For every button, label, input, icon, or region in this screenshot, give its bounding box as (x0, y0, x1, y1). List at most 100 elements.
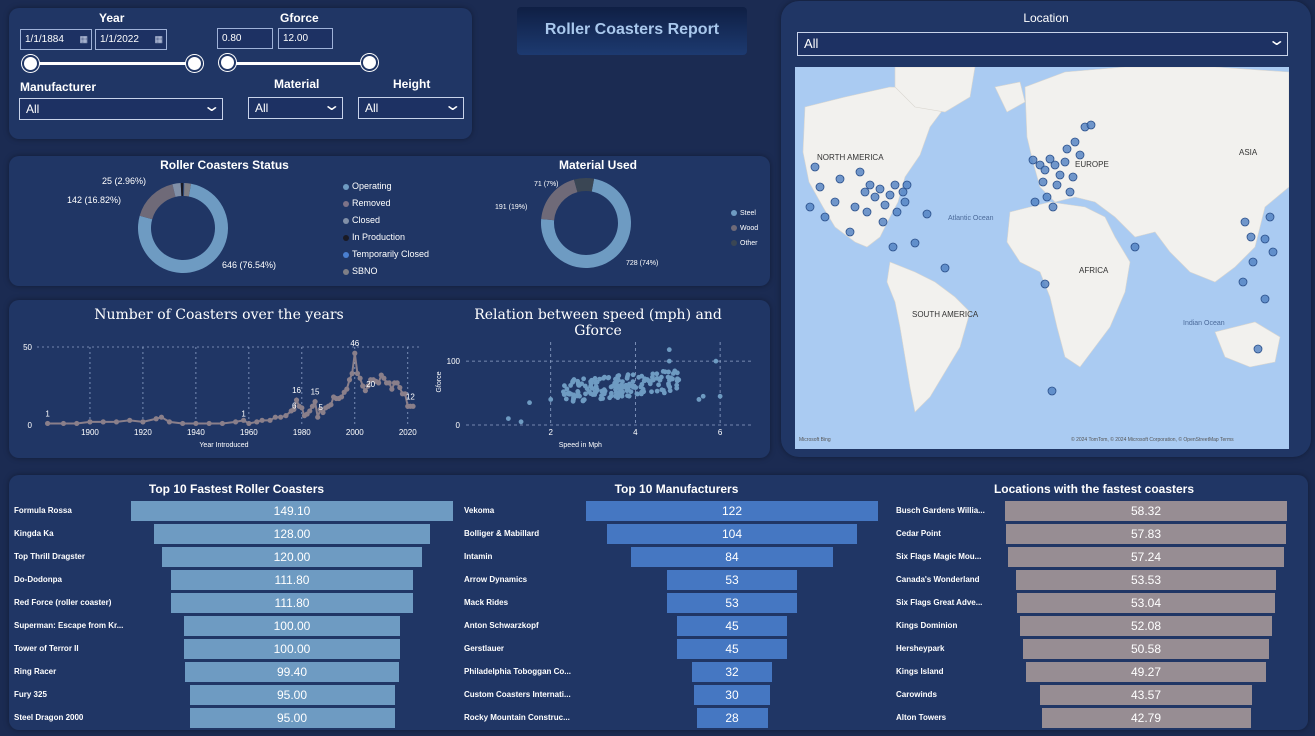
data-point[interactable] (254, 419, 260, 425)
bar[interactable]: 149.10 (131, 501, 453, 521)
scatter-point[interactable] (666, 369, 671, 375)
year-slider-min-handle[interactable] (22, 55, 39, 72)
data-point[interactable] (193, 420, 199, 427)
scatter-point[interactable] (609, 390, 614, 396)
data-point[interactable] (352, 350, 358, 356)
scatter-point[interactable] (657, 377, 663, 383)
scatter-point[interactable] (592, 376, 598, 381)
data-point[interactable] (386, 380, 392, 386)
gforce-slider-track[interactable] (228, 62, 370, 65)
material-dropdown[interactable]: All ⌄ (248, 97, 343, 119)
bar[interactable]: 95.00 (189, 708, 395, 728)
data-point[interactable] (233, 419, 239, 425)
bar[interactable]: 128.00 (153, 524, 431, 544)
gforce-max-input[interactable]: 12.00 (278, 28, 333, 49)
data-point[interactable] (315, 414, 321, 420)
data-point[interactable] (127, 417, 133, 423)
data-point[interactable] (267, 417, 273, 423)
data-point[interactable] (357, 375, 363, 381)
scatter-point[interactable] (628, 389, 634, 395)
scatter-point[interactable] (527, 400, 532, 406)
material-legend-item[interactable]: Other (731, 236, 758, 251)
scatter-point[interactable] (633, 385, 639, 390)
scatter-point[interactable] (654, 388, 660, 394)
bar[interactable]: 111.80 (171, 570, 413, 590)
bar[interactable]: 104 (607, 524, 857, 544)
scatter-point[interactable] (700, 393, 706, 399)
scatter-point[interactable] (713, 358, 719, 364)
scatter-point[interactable] (670, 376, 675, 382)
data-point[interactable] (240, 417, 247, 423)
bar[interactable]: 53 (667, 593, 797, 613)
scatter-point[interactable] (630, 379, 636, 384)
material-legend-item[interactable]: Wood (731, 221, 758, 236)
data-point[interactable] (362, 388, 368, 394)
bar[interactable]: 53.04 (1017, 593, 1275, 613)
scatter-point[interactable] (568, 383, 573, 388)
scatter-point[interactable] (674, 370, 680, 376)
scatter-point[interactable] (593, 380, 598, 386)
data-point[interactable] (381, 375, 387, 381)
data-point[interactable] (158, 414, 165, 420)
scatter-point[interactable] (589, 385, 595, 391)
bar[interactable]: 100.00 (184, 616, 400, 636)
scatter-point[interactable] (615, 395, 621, 401)
bar[interactable]: 95.00 (189, 685, 395, 705)
scatter-point[interactable] (594, 387, 600, 393)
bar[interactable]: 111.80 (171, 593, 413, 613)
data-point[interactable] (153, 416, 159, 422)
scatter-point[interactable] (576, 382, 582, 388)
bar[interactable]: 53.53 (1016, 570, 1276, 590)
bar[interactable]: 45 (676, 616, 788, 636)
material-legend-item[interactable]: Steel (731, 206, 758, 221)
bar[interactable]: 100.00 (184, 639, 400, 659)
gforce-min-input[interactable]: 0.80 (217, 28, 273, 49)
year-from-input[interactable]: 1/1/1884 ▦ (20, 29, 92, 50)
scatter-point[interactable] (505, 416, 511, 422)
scatter-point[interactable] (647, 381, 653, 387)
data-point[interactable] (60, 420, 67, 427)
status-legend-item[interactable]: Operating (343, 178, 429, 195)
scatter-point[interactable] (649, 389, 654, 395)
scatter-point[interactable] (675, 376, 680, 382)
world-map[interactable]: NORTH AMERICA EUROPE ASIA AFRICA SOUTH A… (795, 67, 1289, 449)
data-point[interactable] (219, 420, 225, 427)
scatter-point[interactable] (602, 374, 607, 380)
status-donut[interactable] (133, 178, 233, 278)
data-point[interactable] (74, 420, 80, 427)
data-point[interactable] (394, 380, 400, 386)
scatter-point[interactable] (660, 368, 666, 374)
bar[interactable]: 120.00 (162, 547, 422, 567)
scatter-point[interactable] (582, 383, 588, 389)
scatter-point[interactable] (580, 398, 586, 404)
manufacturer-dropdown[interactable]: All ⌄ (19, 98, 223, 120)
data-point[interactable] (206, 420, 212, 427)
data-point[interactable] (389, 386, 395, 392)
calendar-icon[interactable]: ▦ (79, 34, 88, 45)
data-point[interactable] (180, 420, 186, 427)
scatter-point[interactable] (613, 387, 618, 392)
data-point[interactable] (166, 419, 173, 425)
scatter-point[interactable] (567, 391, 572, 397)
bar[interactable]: 43.57 (1039, 685, 1253, 705)
scatter-point[interactable] (661, 390, 667, 396)
scatter-point[interactable] (625, 393, 630, 399)
bar[interactable]: 53 (667, 570, 797, 590)
gforce-slider-max-handle[interactable] (361, 54, 378, 71)
bar[interactable]: 50.58 (1023, 639, 1269, 659)
scatter-point[interactable] (670, 371, 676, 376)
scatter-point[interactable] (618, 388, 624, 393)
data-point[interactable] (113, 419, 120, 425)
year-to-input[interactable]: 1/1/2022 ▦ (95, 29, 167, 50)
scatter-point[interactable] (548, 397, 554, 402)
year-slider-max-handle[interactable] (186, 55, 203, 72)
scatter-point[interactable] (607, 395, 613, 401)
data-point[interactable] (309, 403, 316, 409)
location-dropdown[interactable]: All ⌄ (797, 32, 1288, 56)
scatter-point[interactable] (518, 419, 524, 425)
data-point[interactable] (87, 419, 93, 425)
scatter-point[interactable] (634, 391, 640, 397)
bar[interactable]: 57.24 (1007, 547, 1285, 567)
scatter-point[interactable] (674, 382, 680, 388)
data-point[interactable] (100, 419, 106, 425)
